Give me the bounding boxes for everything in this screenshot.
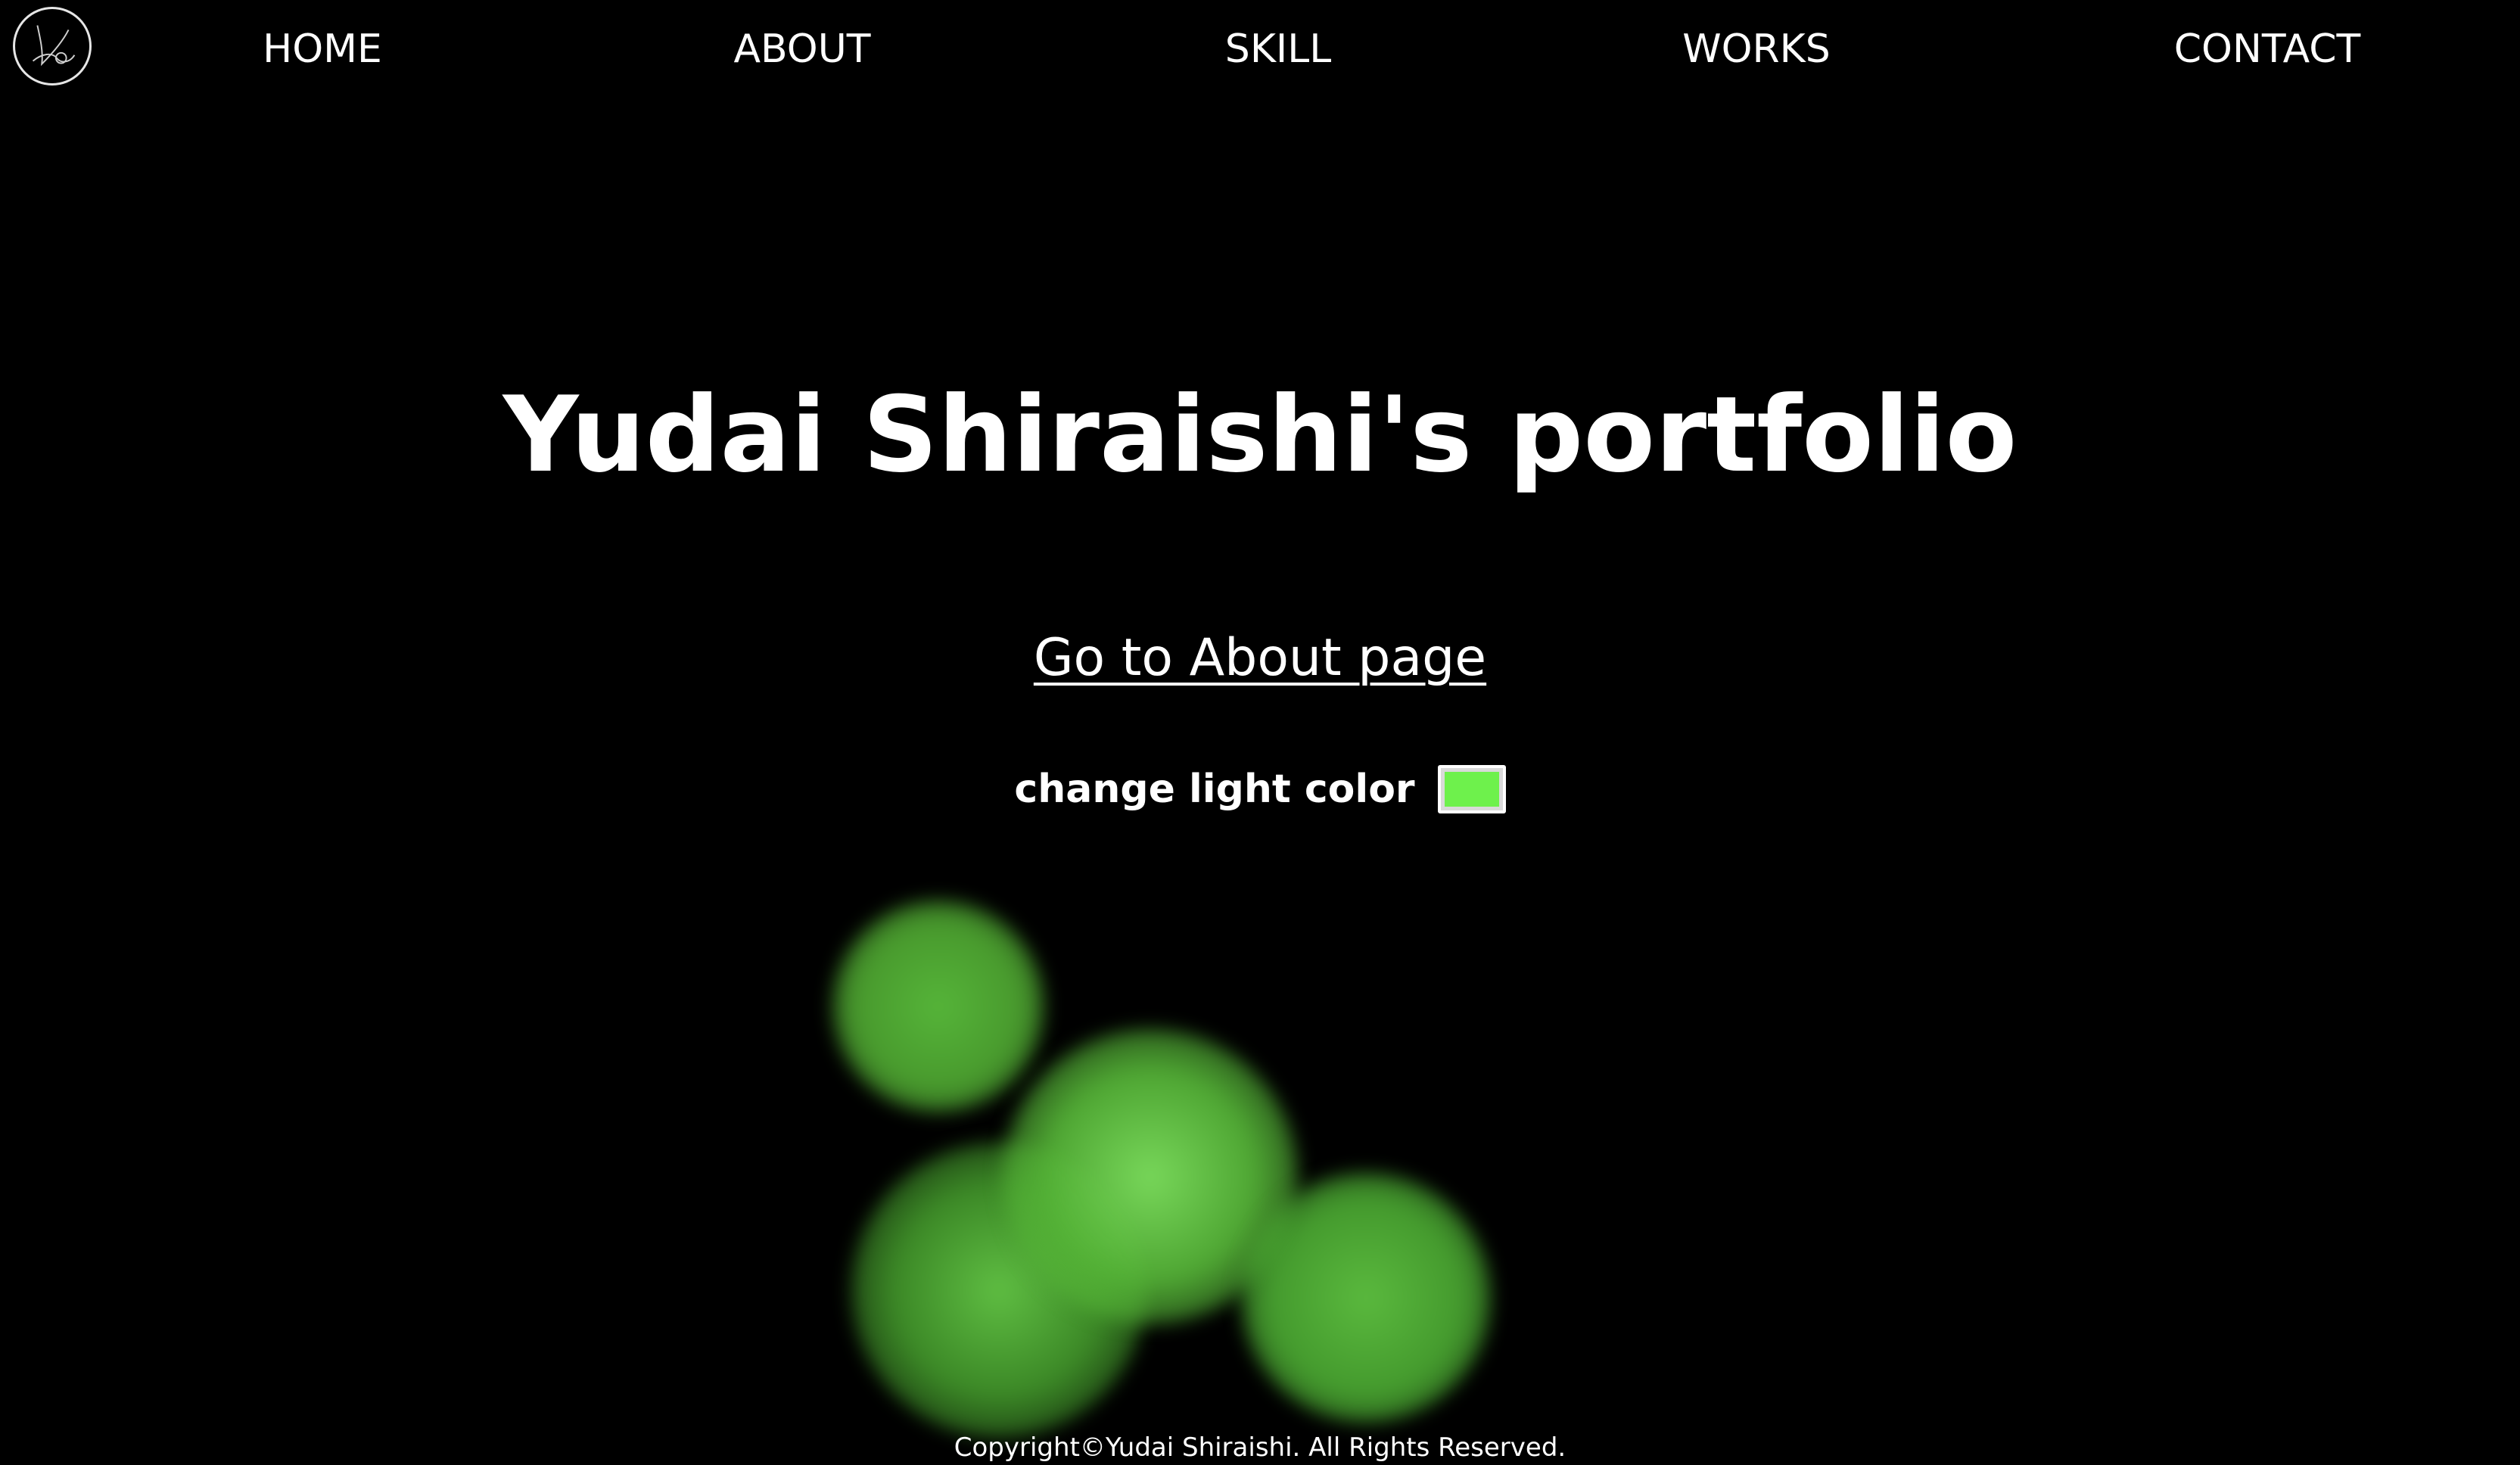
nav-skill[interactable]: SKILL (1225, 23, 1331, 76)
light-color-label: change light color (1014, 767, 1415, 812)
nav-home[interactable]: HOME (263, 23, 382, 76)
nav-contact[interactable]: CONTACT (2174, 23, 2361, 76)
light-color-picker[interactable] (1437, 765, 1506, 813)
about-link[interactable]: Go to About page (1034, 628, 1486, 688)
glow-light-1 (832, 900, 1044, 1112)
nav-works[interactable]: WORKS (1682, 23, 1831, 76)
logo-signature-icon (32, 25, 76, 67)
light-color-swatch-fill (1444, 772, 1499, 807)
logo-icon[interactable] (13, 7, 92, 86)
footer-copyright: Copyright©Yudai Shiraishi. All Rights Re… (954, 1432, 1566, 1463)
glow-light-4 (1241, 1173, 1491, 1423)
about-link-wrapper: Go to About page (0, 624, 2520, 692)
page: HOME ABOUT SKILL WORKS CONTACT Yudai Shi… (0, 0, 2520, 1465)
page-title: Yudai Shiraishi's portfolio (502, 374, 2018, 496)
nav-about[interactable]: ABOUT (733, 23, 870, 76)
light-color-control: change light color (0, 760, 2520, 818)
